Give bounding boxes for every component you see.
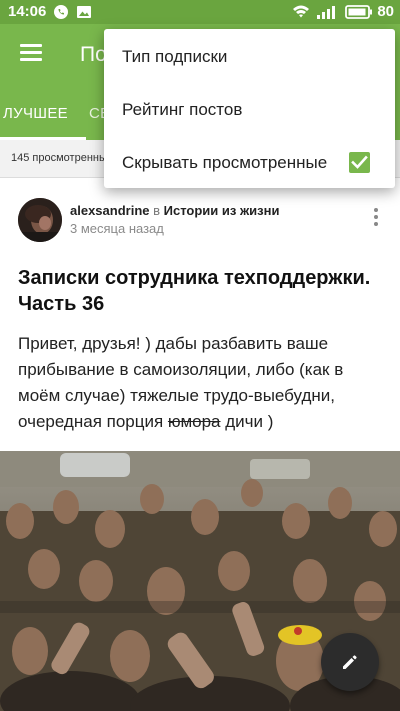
post-body-struck: юмора (167, 412, 221, 431)
post-meta: alexsandrine в Истории из жизни (70, 203, 279, 218)
wifi-icon (292, 4, 310, 20)
hamburger-menu-icon[interactable] (20, 44, 42, 62)
battery-percent: 80 (377, 3, 394, 20)
menu-item-post-rating[interactable]: Рейтинг постов (122, 100, 242, 120)
checkmark-icon (351, 155, 368, 169)
signal-icon (316, 4, 338, 20)
status-time: 14:06 (8, 3, 47, 20)
write-post-button[interactable] (321, 633, 379, 691)
menu-item-subscription-type[interactable]: Тип подписки (122, 47, 227, 67)
menu-item-hide-viewed[interactable]: Скрывать просмотренные (122, 153, 327, 173)
post-title[interactable]: Записки сотрудника техподдержки. Часть 3… (18, 265, 378, 317)
pencil-icon (343, 655, 357, 669)
whatsapp-icon (53, 4, 69, 20)
post-card[interactable]: alexsandrine в Истории из жизни 3 месяца… (0, 178, 400, 711)
gallery-icon (76, 4, 92, 20)
status-bar: 14:06 80 (0, 0, 400, 24)
more-options-icon[interactable] (371, 208, 381, 228)
post-in-word: в (153, 203, 161, 218)
options-dropdown-menu: Тип подписки Рейтинг постов Скрывать про… (104, 29, 395, 188)
post-body: Привет, друзья! ) дабы разбавить ваше пр… (18, 331, 390, 435)
post-community[interactable]: Истории из жизни (164, 203, 280, 218)
post-date: 3 месяца назад (70, 221, 164, 236)
battery-icon (345, 4, 373, 20)
hide-viewed-checkbox[interactable] (349, 152, 370, 173)
avatar[interactable] (18, 198, 62, 242)
tab-best[interactable]: ЛУЧШЕЕ (3, 105, 68, 122)
post-author[interactable]: alexsandrine (70, 203, 150, 218)
post-body-end: дичи ) (220, 412, 274, 431)
